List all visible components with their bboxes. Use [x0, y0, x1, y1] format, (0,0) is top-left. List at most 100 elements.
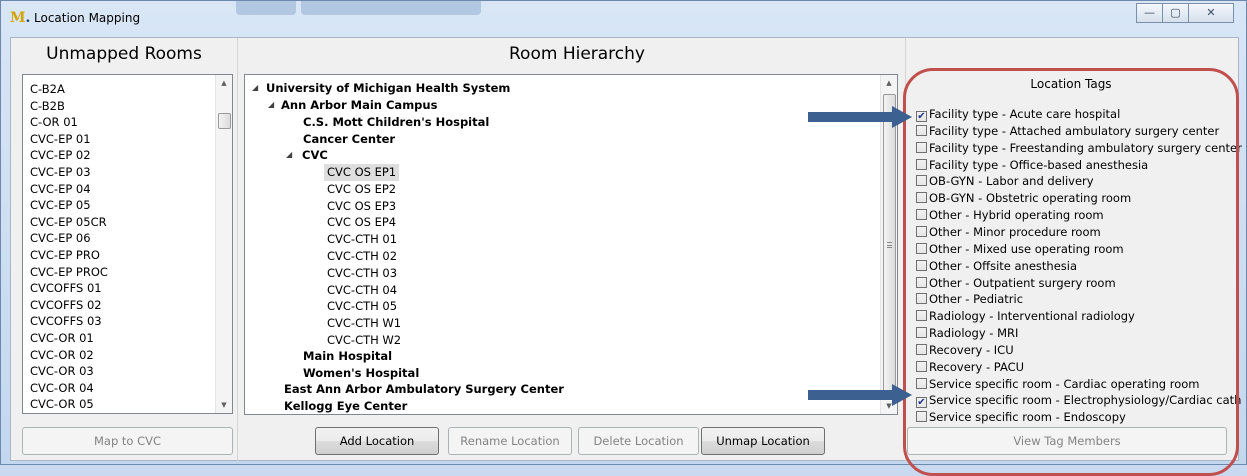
list-item[interactable]: C-B2A — [30, 81, 108, 98]
minimize-button[interactable]: — — [1136, 3, 1163, 23]
scroll-thumb[interactable] — [218, 113, 231, 129]
map-to-cvc-button[interactable]: Map to CVC — [22, 427, 233, 455]
list-item[interactable]: CVC-EP 05 — [30, 197, 108, 214]
tag-checkbox-row[interactable]: Facility type - Office-based anesthesia — [916, 157, 1148, 173]
checkbox[interactable] — [916, 327, 927, 339]
checkbox-checked[interactable]: ✔ — [916, 397, 927, 409]
list-item[interactable]: CVC-OR 05 — [30, 396, 108, 413]
checkbox[interactable] — [916, 310, 927, 322]
tag-checkbox-row[interactable]: Service specific room - Cardiac operatin… — [916, 376, 1199, 392]
title-bar[interactable]: M. Location Mapping — ▢ ✕ — [1, 1, 1246, 37]
list-item[interactable]: CVC-EP PRO — [30, 247, 108, 264]
tag-checkbox-row[interactable]: Other - Pediatric — [916, 291, 1023, 307]
scroll-up-icon[interactable]: ▲ — [216, 75, 232, 91]
tree-node-east-ann-arbor[interactable]: East Ann Arbor Ambulatory Surgery Center — [284, 381, 564, 398]
tree-node-cancer-center[interactable]: Cancer Center — [303, 131, 395, 148]
tag-checkbox-row[interactable]: Radiology - MRI — [916, 325, 1018, 341]
tag-checkbox-row[interactable]: Facility type - Attached ambulatory surg… — [916, 123, 1219, 139]
checkbox[interactable] — [916, 141, 927, 153]
tree-node-room[interactable]: CVC OS EP2 — [327, 181, 396, 198]
tree-node-mott[interactable]: C.S. Mott Children's Hospital — [303, 114, 489, 131]
checkbox[interactable] — [916, 377, 927, 389]
tree-node-room[interactable]: CVC-CTH W1 — [327, 315, 401, 332]
list-item[interactable]: CVC-OR 02 — [30, 347, 108, 364]
close-button[interactable]: ✕ — [1188, 3, 1234, 23]
checkbox[interactable] — [916, 411, 927, 423]
add-location-button[interactable]: Add Location — [315, 427, 439, 455]
checkbox-checked[interactable]: ✔ — [916, 111, 927, 122]
expanded-triangle-icon[interactable]: ◢ — [252, 80, 258, 97]
list-item[interactable]: CVC-EP 03 — [30, 164, 108, 181]
expanded-triangle-icon[interactable]: ◢ — [286, 147, 292, 164]
tag-checkbox-row[interactable]: ✔ Facility type - Acute care hospital — [916, 106, 1120, 122]
tree-node-room[interactable]: CVC OS EP3 — [327, 198, 396, 215]
list-item[interactable]: CVC-OR 01 — [30, 330, 108, 347]
tree-node-room[interactable]: CVC OS EP1 — [324, 164, 400, 181]
checkbox[interactable] — [916, 343, 927, 355]
tree-node-room[interactable]: CVC-CTH 01 — [327, 231, 397, 248]
list-item[interactable]: CVC-EP PROC — [30, 264, 108, 281]
checkbox[interactable] — [916, 360, 927, 372]
tag-checkbox-row[interactable]: OB-GYN - Obstetric operating room — [916, 190, 1131, 206]
delete-location-button[interactable]: Delete Location — [578, 427, 699, 455]
checkbox[interactable] — [916, 225, 927, 237]
scroll-down-icon[interactable]: ▼ — [216, 397, 232, 413]
unmapped-rooms-list[interactable]: C-B2A C-B2B C-OR 01 CVC-EP 01 CVC-EP 02 CVC-E… — [22, 74, 233, 414]
scroll-thumb[interactable] — [883, 94, 896, 396]
checkbox[interactable] — [916, 175, 927, 187]
tag-checkbox-row[interactable]: Other - Hybrid operating room — [916, 207, 1104, 223]
tag-checkbox-row[interactable]: Other - Mixed use operating room — [916, 241, 1124, 257]
tag-checkbox-row[interactable]: Facility type - Freestanding ambulatory … — [916, 140, 1242, 156]
rename-location-button[interactable]: Rename Location — [448, 427, 572, 455]
tag-checkbox-row[interactable]: Other - Offsite anesthesia — [916, 258, 1077, 274]
list-item[interactable]: CVC-EP 05CR — [30, 214, 108, 231]
unmapped-scrollbar[interactable]: ▲ ▼ — [215, 75, 232, 413]
tree-node-umhs[interactable]: ◢ University of Michigan Health System — [252, 80, 510, 97]
tree-node-room[interactable]: CVC-CTH W2 — [327, 332, 401, 349]
tree-node-room[interactable]: CVC-CTH 02 — [327, 248, 397, 265]
tag-checkbox-row[interactable]: ✔ Service specific room - Electrophysiolo… — [916, 392, 1241, 409]
tag-label: OB-GYN - Labor and delivery — [929, 174, 1094, 189]
tree-node-room[interactable]: CVC-CTH 03 — [327, 265, 397, 282]
unmap-location-button[interactable]: Unmap Location — [701, 427, 825, 455]
tree-node-room[interactable]: CVC-CTH 04 — [327, 282, 397, 299]
checkbox[interactable] — [916, 259, 927, 271]
tag-checkbox-row[interactable]: OB-GYN - Labor and delivery — [916, 173, 1094, 189]
checkbox[interactable] — [916, 209, 927, 221]
list-item[interactable]: CVC-EP 04 — [30, 181, 108, 198]
tag-checkbox-row[interactable]: Other - Minor procedure room — [916, 224, 1101, 240]
tag-checkbox-row[interactable]: Recovery - PACU — [916, 359, 1024, 375]
expanded-triangle-icon[interactable]: ◢ — [268, 97, 274, 114]
tree-node-room[interactable]: CVC-CTH 05 — [327, 298, 397, 315]
maximize-button[interactable]: ▢ — [1162, 3, 1189, 23]
tag-checkbox-row[interactable]: Recovery - ICU — [916, 342, 1014, 358]
list-item[interactable]: CVC-EP 02 — [30, 147, 108, 164]
tree-node-room[interactable]: CVC OS EP4 — [327, 214, 396, 231]
list-item[interactable]: CVCOFFS 02 — [30, 297, 108, 314]
room-hierarchy-tree[interactable]: ◢ University of Michigan Health System ◢ A… — [244, 74, 898, 415]
list-item[interactable]: CVC-EP 06 — [30, 230, 108, 247]
tree-node-womens-hospital[interactable]: Women's Hospital — [303, 365, 419, 382]
tree-node-ann-arbor[interactable]: ◢ Ann Arbor Main Campus — [268, 97, 437, 114]
checkbox[interactable] — [916, 124, 927, 136]
list-item[interactable]: C-B2B — [30, 98, 108, 115]
list-item[interactable]: CVC-OR 04 — [30, 380, 108, 397]
tag-checkbox-row[interactable]: Other - Outpatient surgery room — [916, 275, 1116, 291]
tag-checkbox-row[interactable]: Radiology - Interventional radiology — [916, 308, 1135, 324]
checkbox[interactable] — [916, 242, 927, 254]
list-item[interactable]: CVCOFFS 01 — [30, 280, 108, 297]
list-item[interactable]: C-OR 01 — [30, 114, 108, 131]
checkbox[interactable] — [916, 276, 927, 288]
tree-node-cvc[interactable]: ◢ CVC — [286, 147, 328, 164]
scroll-up-icon[interactable]: ▲ — [881, 75, 897, 91]
list-item[interactable]: CVC-OR 03 — [30, 363, 108, 380]
checkbox[interactable] — [916, 158, 927, 170]
list-item[interactable]: CVC-EP 01 — [30, 131, 108, 148]
checkbox[interactable] — [916, 192, 927, 204]
tree-node-kellogg[interactable]: Kellogg Eye Center — [284, 398, 407, 415]
view-tag-members-button[interactable]: View Tag Members — [907, 427, 1227, 455]
checkbox[interactable] — [916, 293, 927, 305]
tag-checkbox-row[interactable]: Service specific room - Endoscopy — [916, 409, 1126, 425]
tree-node-main-hospital[interactable]: Main Hospital — [303, 348, 392, 365]
list-item[interactable]: CVCOFFS 03 — [30, 313, 108, 330]
